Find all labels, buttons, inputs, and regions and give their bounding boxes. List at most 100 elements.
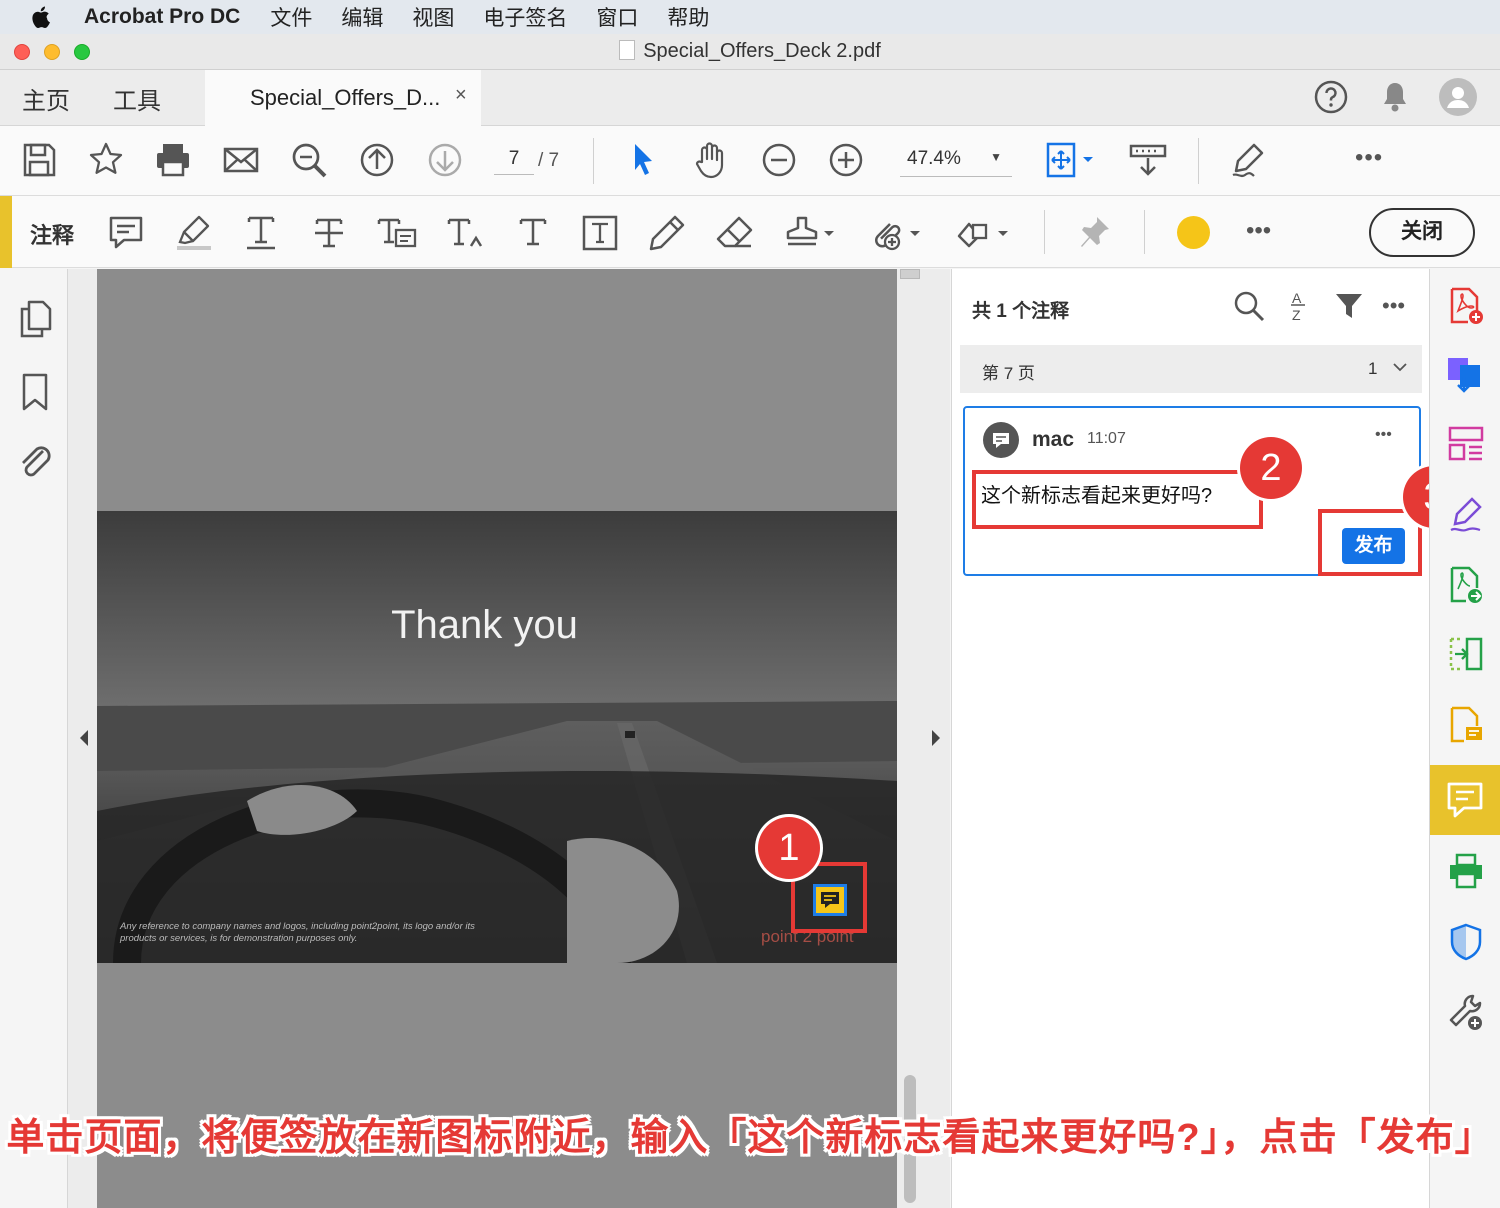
- left-navigation-rail: [0, 269, 68, 1208]
- comment-more-icon[interactable]: •••: [1375, 426, 1392, 444]
- zoom-value: 47.4%: [907, 148, 961, 169]
- apple-icon[interactable]: [0, 5, 84, 29]
- page-group-label: 第 7 页: [982, 364, 1035, 383]
- send-for-signature-icon[interactable]: [1447, 565, 1485, 605]
- insert-text-icon[interactable]: [446, 214, 486, 252]
- divider: [1144, 210, 1145, 254]
- close-tab-icon[interactable]: ×: [455, 84, 467, 107]
- road-photo: [97, 511, 897, 963]
- filter-icon[interactable]: [1334, 291, 1364, 321]
- pencil-icon[interactable]: [648, 214, 686, 252]
- menu-edit[interactable]: 编辑: [341, 2, 383, 32]
- create-pdf-icon[interactable]: [1447, 286, 1485, 326]
- divider: [593, 138, 594, 184]
- page-down-icon[interactable]: [426, 140, 464, 180]
- zoom-search-icon[interactable]: [290, 140, 330, 180]
- chevron-down-icon[interactable]: [1392, 359, 1408, 375]
- fill-sign-icon[interactable]: [1447, 495, 1485, 535]
- highlight-box-3: [1318, 509, 1422, 576]
- select-arrow-icon[interactable]: [628, 140, 658, 180]
- zoom-select[interactable]: 47.4% ▼: [900, 148, 1012, 177]
- comment-author: mac: [1032, 428, 1075, 451]
- export-pdf-icon[interactable]: [1445, 355, 1485, 395]
- fit-page-icon[interactable]: [1045, 140, 1097, 180]
- app-name[interactable]: Acrobat Pro DC: [84, 5, 240, 29]
- underline-text-icon[interactable]: [244, 214, 278, 252]
- slide-title: Thank you: [391, 603, 578, 647]
- replace-text-icon[interactable]: [376, 214, 418, 252]
- attach-file-icon[interactable]: [868, 214, 924, 252]
- more-comment-tools-icon[interactable]: •••: [1246, 217, 1271, 245]
- tab-home[interactable]: 主页: [22, 81, 70, 116]
- page-thumbnails-icon[interactable]: [17, 299, 53, 339]
- shapes-icon[interactable]: [956, 214, 1012, 252]
- menu-window[interactable]: 窗口: [596, 2, 638, 32]
- close-comment-button[interactable]: 关闭: [1369, 208, 1475, 257]
- page-group-header[interactable]: 第 7 页 1: [960, 345, 1422, 393]
- text-box-icon[interactable]: [581, 214, 619, 252]
- bell-icon[interactable]: [1380, 80, 1410, 114]
- page-up-icon[interactable]: [358, 140, 396, 180]
- comment-pdf-icon[interactable]: [1447, 705, 1485, 745]
- scrollbar-top[interactable]: [900, 269, 920, 279]
- tab-tools[interactable]: 工具: [113, 81, 161, 116]
- comment-toolbar-label: 注释: [30, 223, 75, 248]
- page-number-input[interactable]: 7: [494, 148, 534, 175]
- bookmark-icon[interactable]: [20, 372, 50, 412]
- more-tools-wrench-icon[interactable]: [1447, 992, 1485, 1032]
- slide-disclaimer: Any reference to company names and logos…: [120, 921, 475, 944]
- divider: [1044, 210, 1045, 254]
- chevron-down-icon: ▼: [990, 150, 1002, 164]
- avatar[interactable]: [1439, 78, 1477, 116]
- document-icon: [619, 40, 636, 60]
- document-view[interactable]: Thank you Any reference to company names…: [68, 269, 950, 1208]
- star-icon[interactable]: [87, 140, 125, 180]
- sort-az-icon[interactable]: AZ: [1287, 289, 1311, 323]
- zoom-out-icon[interactable]: [760, 140, 798, 180]
- color-swatch[interactable]: [1177, 216, 1210, 249]
- strikethrough-icon[interactable]: [312, 214, 346, 252]
- menu-help[interactable]: 帮助: [667, 2, 709, 32]
- protect-shield-icon[interactable]: [1447, 922, 1485, 962]
- highlight-icon[interactable]: [175, 214, 213, 252]
- comments-panel: 共 1 个注释 AZ ••• 第 7 页 1 mac 11:07 ••• 这个新…: [951, 269, 1465, 1208]
- tab-document[interactable]: Special_Offers_D... ×: [205, 70, 481, 126]
- search-icon[interactable]: [1232, 289, 1266, 323]
- email-icon[interactable]: [222, 140, 260, 180]
- menu-file[interactable]: 文件: [270, 2, 312, 32]
- more-tools-icon[interactable]: •••: [1355, 144, 1383, 172]
- collapse-right-arrow-icon[interactable]: [930, 729, 942, 747]
- eraser-icon[interactable]: [715, 214, 755, 252]
- zoom-in-icon[interactable]: [827, 140, 865, 180]
- save-icon[interactable]: [21, 140, 57, 180]
- hand-tool-icon[interactable]: [692, 140, 730, 180]
- title-bar: Special_Offers_Deck 2.pdf: [0, 34, 1500, 70]
- divider: [1198, 138, 1199, 184]
- page-group-count: 1: [1368, 359, 1378, 378]
- tab-document-label: Special_Offers_D...: [250, 85, 441, 110]
- window-title: Special_Offers_Deck 2.pdf: [643, 40, 881, 62]
- menu-view[interactable]: 视图: [412, 2, 454, 32]
- add-text-icon[interactable]: [516, 214, 550, 252]
- sticky-note-icon[interactable]: [108, 214, 144, 252]
- page-total: / 7: [538, 150, 560, 171]
- organize-pages-icon[interactable]: [1447, 425, 1485, 465]
- sign-pen-icon[interactable]: [1228, 140, 1268, 180]
- collapse-left-arrow-icon[interactable]: [78, 729, 90, 747]
- compare-files-icon[interactable]: [1447, 635, 1485, 675]
- scroll-mode-icon[interactable]: [1128, 140, 1168, 180]
- comment-tool-active[interactable]: [1430, 765, 1500, 835]
- comments-more-icon[interactable]: •••: [1382, 293, 1405, 319]
- step-badge-1: 1: [758, 817, 820, 879]
- help-icon[interactable]: [1314, 80, 1348, 114]
- right-tools-rail: [1429, 269, 1500, 1208]
- menu-esign[interactable]: 电子签名: [483, 2, 567, 32]
- sticky-note-marker[interactable]: [813, 884, 847, 916]
- pdf-slide[interactable]: Thank you Any reference to company names…: [97, 511, 897, 963]
- instruction-caption: 单击页面，将便签放在新图标附近，输入「这个新标志看起来更好吗?」，点击「发布」: [6, 1117, 1494, 1159]
- attachments-icon[interactable]: [17, 443, 53, 483]
- pin-icon[interactable]: [1076, 214, 1112, 252]
- print-production-icon[interactable]: [1447, 852, 1485, 892]
- stamp-icon[interactable]: [784, 214, 838, 252]
- print-icon[interactable]: [154, 140, 192, 180]
